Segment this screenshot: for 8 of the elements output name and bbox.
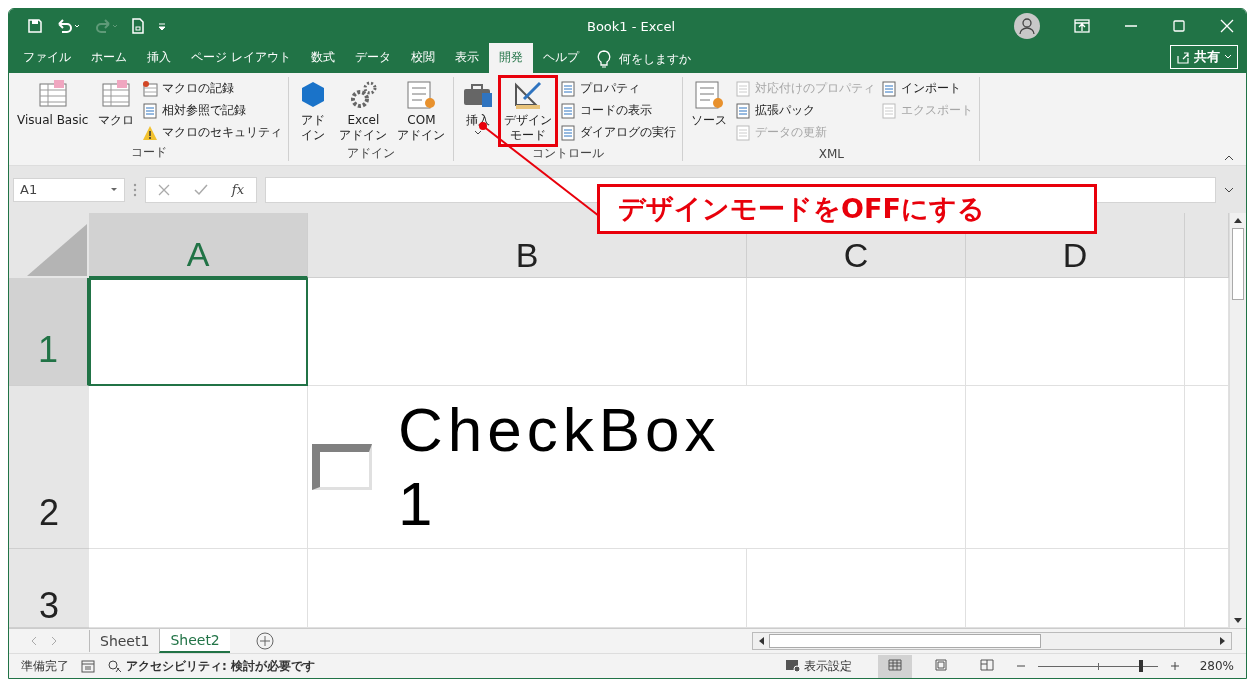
group-label: コントロール [531, 145, 606, 162]
status-text: 準備完了 [21, 657, 69, 675]
group-label: アドイン [346, 145, 397, 162]
group-label: XML [817, 147, 846, 161]
group-label: コード [129, 144, 168, 161]
callout-tooltip: デザインモードをOFFにする [597, 184, 1097, 234]
window-title: Book1 - Excel [587, 18, 676, 34]
checkbox-label: CheckBox1 [398, 393, 722, 540]
